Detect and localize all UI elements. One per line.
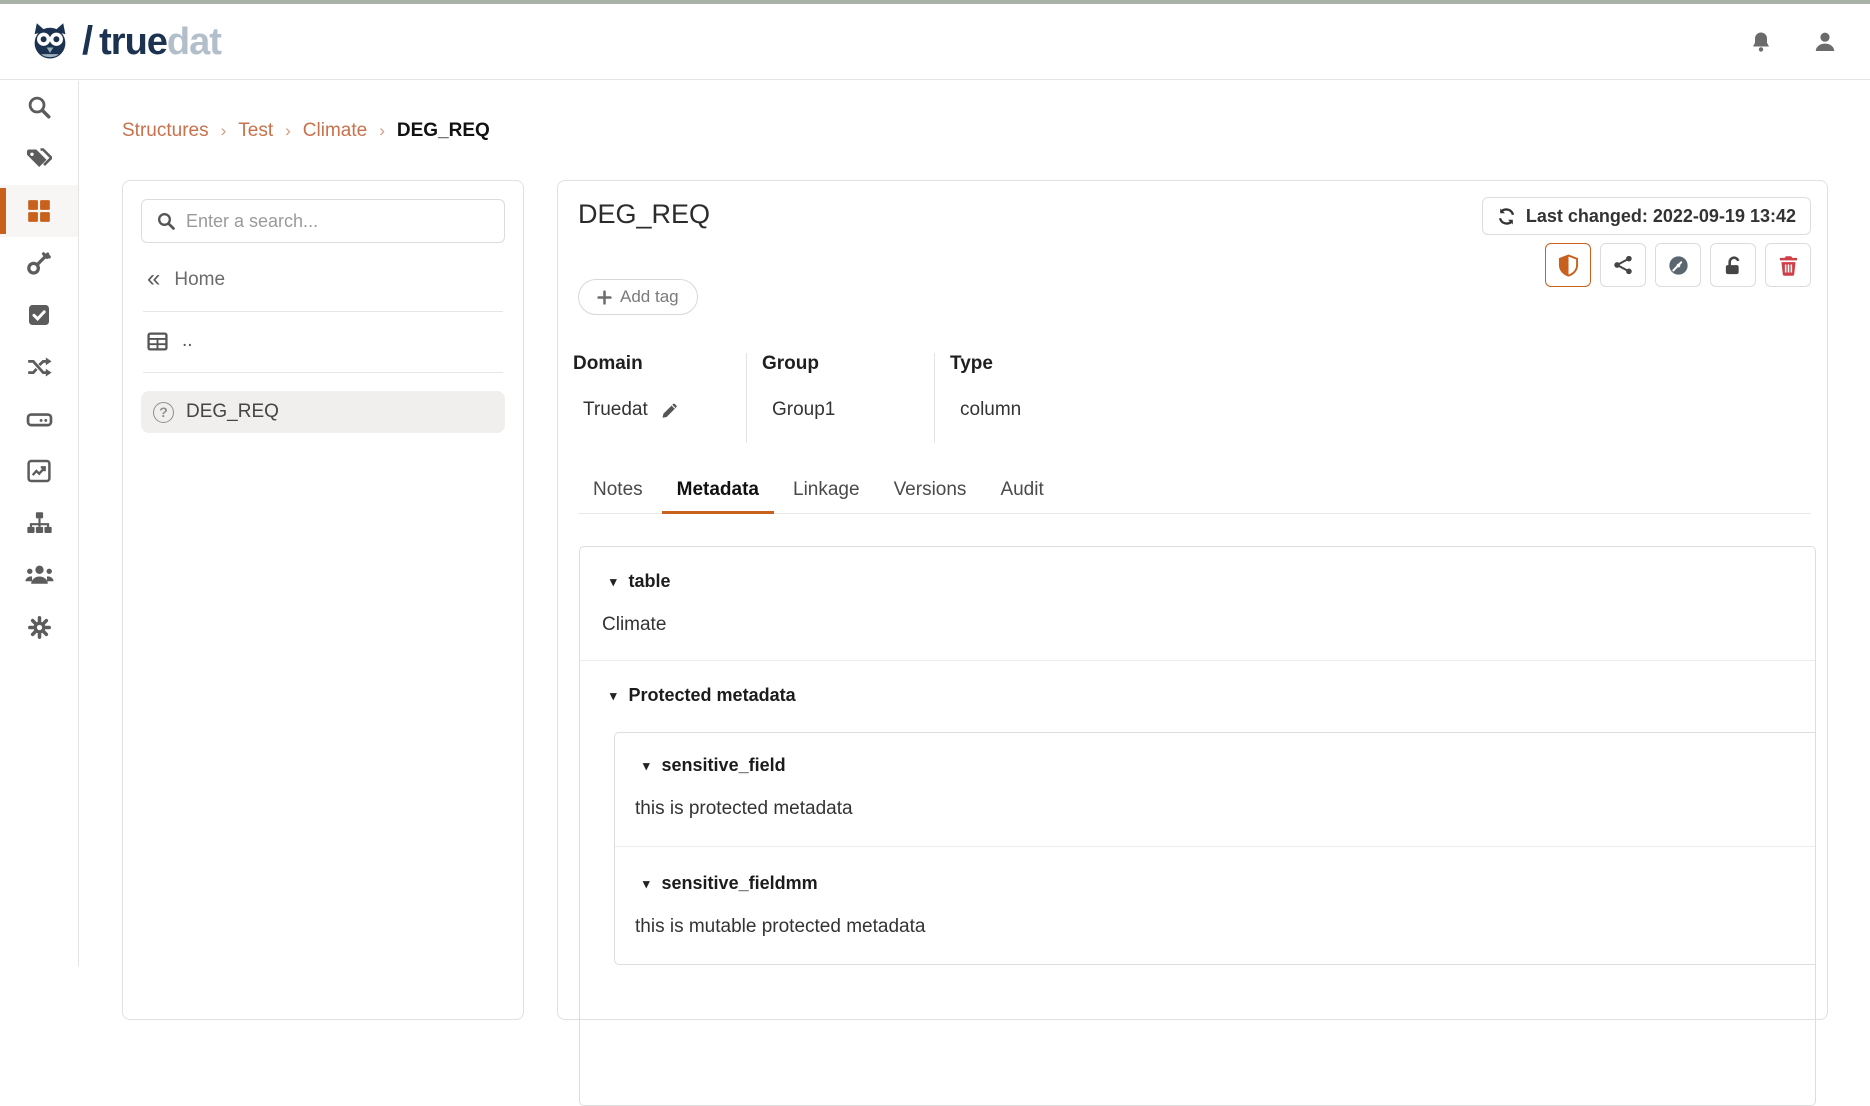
rail-key-icon[interactable] — [0, 237, 78, 289]
tree-item-parent[interactable]: .. — [141, 330, 505, 352]
field-type: Type column — [934, 353, 1254, 443]
field-label: Group — [762, 353, 934, 375]
field-label: Type — [950, 353, 1254, 375]
add-tag-label: Add tag — [620, 287, 679, 307]
last-changed-label: Last changed: 2022-09-19 13:42 — [1526, 206, 1796, 227]
breadcrumb-separator: › — [221, 121, 227, 141]
delete-trash-button[interactable] — [1765, 243, 1811, 287]
divider — [143, 311, 503, 312]
subsection-title: sensitive_fieldmm — [662, 873, 818, 894]
rail-drive-icon[interactable] — [0, 393, 78, 445]
rail-settings-gear-icon[interactable] — [0, 601, 78, 653]
unlock-button[interactable] — [1710, 243, 1756, 287]
tab-notes[interactable]: Notes — [578, 471, 658, 514]
structure-summary-fields: Domain Truedat Group Group1 Type column — [573, 353, 1254, 443]
rail-tags-icon[interactable] — [0, 133, 78, 185]
subsection-value: this is protected metadata — [635, 798, 1805, 820]
subsection-title: sensitive_field — [662, 755, 786, 776]
metadata-subsection-sensitive-fieldmm[interactable]: ▾ sensitive_fieldmm — [635, 873, 1805, 894]
structure-detail-card: DEG_REQ Last changed: 2022-09-19 13:42 — [557, 180, 1828, 1020]
page-title: DEG_REQ — [578, 199, 710, 230]
tree-item-label: DEG_REQ — [186, 401, 279, 423]
breadcrumb: Structures › Test › Climate › DEG_REQ — [122, 120, 490, 142]
tab-metadata[interactable]: Metadata — [662, 471, 774, 514]
add-tag-button[interactable]: Add tag — [578, 279, 698, 315]
home-label: Home — [174, 269, 225, 291]
refresh-icon — [1497, 207, 1516, 226]
divider — [615, 846, 1816, 847]
field-value: Truedat — [583, 399, 648, 421]
detail-tabs: Notes Metadata Linkage Versions Audit — [578, 471, 1811, 514]
nav-rail — [0, 81, 79, 966]
caret-down-icon: ▾ — [610, 688, 617, 704]
caret-down-icon: ▾ — [643, 876, 650, 892]
plus-icon — [597, 290, 612, 305]
truedat-logo[interactable]: / truedat — [28, 19, 221, 64]
tab-versions[interactable]: Versions — [879, 471, 982, 514]
tree-item-deg-req[interactable]: ? DEG_REQ — [141, 391, 505, 433]
logo-true: true — [99, 21, 167, 63]
subsection-value: this is mutable protected metadata — [635, 916, 1805, 938]
rail-check-square-icon[interactable] — [0, 289, 78, 341]
rail-search-icon[interactable] — [0, 81, 78, 133]
table-icon — [147, 331, 168, 352]
tree-search-input[interactable] — [186, 211, 490, 232]
gauge-button[interactable] — [1655, 243, 1701, 287]
metadata-panel: ▾ table Climate ▾ Protected metadata ▾ s… — [579, 546, 1816, 1106]
field-value: column — [960, 399, 1021, 421]
rail-structures-icon[interactable] — [0, 185, 78, 237]
logo-slash: / — [82, 19, 93, 64]
tab-audit[interactable]: Audit — [985, 471, 1058, 514]
breadcrumb-separator: › — [285, 121, 291, 141]
breadcrumb-current: DEG_REQ — [397, 120, 490, 142]
edit-pencil-icon[interactable] — [660, 401, 679, 420]
structure-tree-panel: « Home .. ? DEG_REQ — [122, 180, 524, 1020]
breadcrumb-separator: › — [379, 121, 385, 141]
rail-users-icon[interactable] — [0, 549, 78, 601]
question-circle-icon: ? — [153, 402, 174, 423]
breadcrumb-climate[interactable]: Climate — [303, 120, 367, 142]
metadata-section-protected[interactable]: ▾ Protected metadata — [602, 685, 1793, 706]
divider — [580, 660, 1815, 661]
double-chevron-left-icon: « — [147, 267, 160, 291]
search-icon — [156, 211, 176, 231]
caret-down-icon: ▾ — [643, 758, 650, 774]
breadcrumb-test[interactable]: Test — [238, 120, 273, 142]
logo-dat: dat — [167, 21, 221, 63]
action-toolbar — [1545, 243, 1811, 287]
section-value: Climate — [602, 614, 1793, 636]
divider — [143, 372, 503, 373]
collapse-to-home[interactable]: « Home — [141, 269, 505, 291]
rail-chart-icon[interactable] — [0, 445, 78, 497]
app-header: / truedat — [0, 4, 1870, 80]
share-button[interactable] — [1600, 243, 1646, 287]
rail-shuffle-icon[interactable] — [0, 341, 78, 393]
field-label: Domain — [573, 353, 746, 375]
protected-metadata-group: ▾ sensitive_field this is protected meta… — [614, 732, 1816, 965]
notifications-bell-icon[interactable] — [1750, 31, 1772, 53]
parent-item-label: .. — [182, 330, 193, 352]
section-title: table — [629, 571, 671, 592]
metadata-subsection-sensitive-field[interactable]: ▾ sensitive_field — [635, 755, 1805, 776]
owl-logo-icon — [28, 20, 72, 64]
last-changed-button[interactable]: Last changed: 2022-09-19 13:42 — [1482, 197, 1811, 235]
rail-sitemap-icon[interactable] — [0, 497, 78, 549]
breadcrumb-structures[interactable]: Structures — [122, 120, 209, 142]
tree-search-box[interactable] — [141, 199, 505, 243]
field-group: Group Group1 — [746, 353, 934, 443]
protected-metadata-shield-button[interactable] — [1545, 243, 1591, 287]
field-value: Group1 — [772, 399, 835, 421]
section-title: Protected metadata — [629, 685, 796, 706]
user-avatar-icon[interactable] — [1814, 31, 1836, 53]
field-domain: Domain Truedat — [573, 353, 746, 443]
metadata-section-table[interactable]: ▾ table — [602, 571, 1793, 592]
tab-linkage[interactable]: Linkage — [778, 471, 875, 514]
caret-down-icon: ▾ — [610, 574, 617, 590]
